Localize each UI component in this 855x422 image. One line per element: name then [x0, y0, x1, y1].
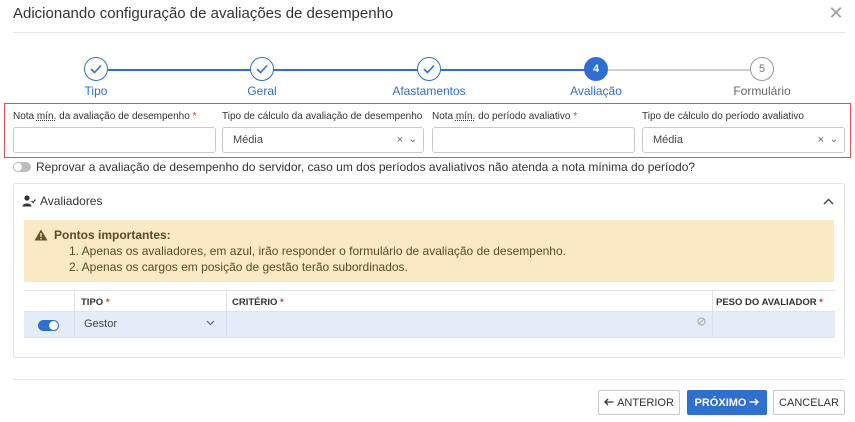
chevron-down-icon[interactable]: [206, 318, 215, 328]
chevron-down-icon[interactable]: ⌄: [409, 128, 417, 152]
stepper: Tipo Geral Afastamentos 4 Avaliação 5 Fo…: [0, 57, 855, 102]
close-icon[interactable]: ✕: [827, 4, 845, 22]
field-label: Nota mín. da avaliação de desempenho *: [13, 111, 197, 122]
arrow-left-icon: [604, 397, 614, 409]
field-nota-min-avaliacao: Nota mín. da avaliação de desempenho *: [13, 111, 216, 153]
header-criterio: CRITÉRIO *: [232, 297, 284, 308]
tipo-select[interactable]: Gestor: [84, 318, 117, 330]
step-afastamentos[interactable]: Afastamentos: [369, 57, 489, 98]
check-icon: [417, 57, 441, 81]
avaliadores-title: Avaliadores: [40, 194, 103, 208]
check-icon: [84, 57, 108, 81]
step-number: 4: [584, 57, 608, 81]
arrow-right-icon: [749, 397, 760, 409]
field-label: Nota mín. do período avaliativo *: [432, 111, 578, 122]
header-peso: PESO DO AVALIADOR *: [716, 297, 823, 308]
modal-title: Adicionando configuração de avaliações d…: [13, 5, 394, 22]
step-formulario[interactable]: 5 Formulário: [702, 57, 822, 98]
warning-box: Pontos importantes: 1. Apenas os avaliad…: [24, 220, 834, 282]
edit-icon[interactable]: [697, 317, 706, 329]
cancelar-button[interactable]: CANCELAR: [773, 390, 845, 415]
step-label: Geral: [247, 84, 277, 98]
tipo-calculo-avaliacao-select[interactable]: Média × ⌄: [222, 127, 424, 153]
avaliador-toggle[interactable]: [38, 320, 59, 331]
avaliadores-header[interactable]: Avaliadores: [22, 194, 102, 208]
warning-line: 1. Apenas os avaliadores, em azul, irão …: [69, 244, 566, 258]
avaliadores-panel: Avaliadores Pontos importantes: 1. Apena…: [13, 183, 845, 358]
anterior-button[interactable]: ANTERIOR: [598, 390, 680, 415]
footer-divider: [13, 379, 845, 380]
user-check-icon: [22, 195, 36, 207]
warning-line: 2. Apenas os cargos em posição de gestão…: [69, 260, 408, 274]
avaliadores-table: TIPO * CRITÉRIO * PESO DO AVALIADOR * Ge…: [24, 290, 835, 338]
warning-title: Pontos importantes:: [34, 228, 834, 242]
nota-min-avaliacao-input[interactable]: [13, 127, 216, 153]
step-label: Avaliação: [570, 84, 622, 98]
reprovar-row: Reprovar a avaliação de desempenho do se…: [13, 160, 695, 174]
select-value: Média: [233, 134, 263, 146]
step-geral[interactable]: Geral: [202, 57, 322, 98]
chevron-down-icon[interactable]: ⌄: [830, 128, 838, 152]
step-label: Afastamentos: [392, 84, 466, 98]
clear-icon[interactable]: ×: [818, 128, 824, 152]
field-label: Tipo de cálculo do período avaliativo: [642, 111, 804, 122]
header-tipo: TIPO *: [81, 297, 110, 308]
step-number: 5: [750, 57, 774, 81]
stepper-progress-line: [108, 69, 596, 71]
reprovar-label: Reprovar a avaliação de desempenho do se…: [36, 160, 696, 174]
tipo-calculo-periodo-select[interactable]: Média × ⌄: [642, 127, 845, 153]
clear-icon[interactable]: ×: [397, 128, 403, 152]
title-divider: [13, 32, 845, 33]
proximo-button[interactable]: PRÓXIMO: [687, 390, 767, 415]
field-nota-min-periodo: Nota mín. do período avaliativo *: [432, 111, 635, 153]
step-tipo[interactable]: Tipo: [36, 57, 156, 98]
check-icon: [250, 57, 274, 81]
field-label: Tipo de cálculo da avaliação de desempen…: [222, 111, 423, 122]
step-avaliacao[interactable]: 4 Avaliação: [536, 57, 656, 98]
table-header: TIPO * CRITÉRIO * PESO DO AVALIADOR *: [24, 290, 835, 312]
reprovar-toggle[interactable]: [13, 162, 31, 172]
warning-icon: [34, 229, 48, 241]
select-value: Média: [653, 134, 683, 146]
field-tipo-calculo-avaliacao: Tipo de cálculo da avaliação de desempen…: [222, 111, 424, 153]
table-row[interactable]: Gestor: [24, 312, 835, 338]
field-tipo-calculo-periodo: Tipo de cálculo do período avaliativo Mé…: [642, 111, 845, 153]
step-label: Tipo: [84, 84, 108, 98]
chevron-up-icon[interactable]: [823, 194, 834, 208]
step-label: Formulário: [733, 84, 791, 98]
nota-min-periodo-input[interactable]: [432, 127, 635, 153]
